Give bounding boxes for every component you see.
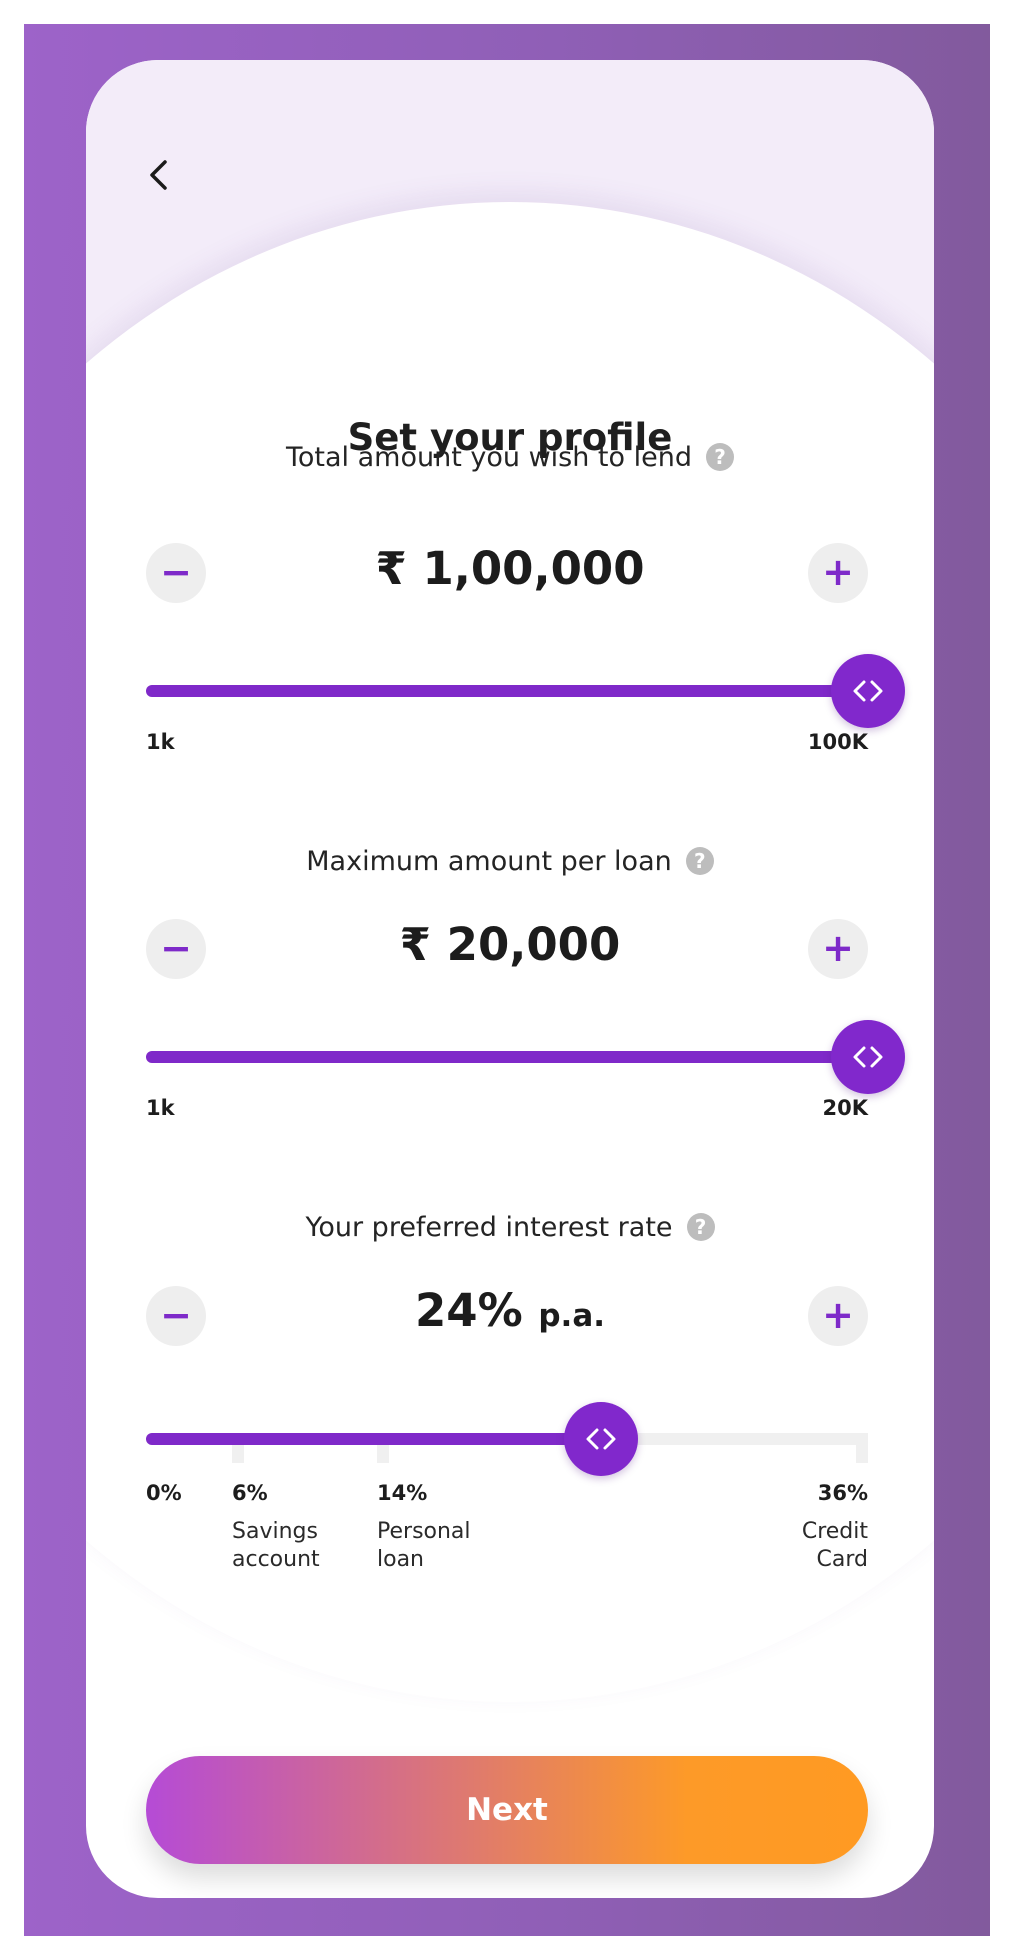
interest-marker-2-label: 14% xyxy=(377,1481,428,1505)
per-loan-slider-fill xyxy=(146,1051,868,1063)
per-loan-slider-thumb[interactable] xyxy=(831,1020,905,1094)
code-arrows-icon xyxy=(853,1046,883,1068)
interest-value-row: 24% p.a. xyxy=(86,1284,934,1337)
code-arrows-icon xyxy=(586,1428,616,1450)
interest-value: 24% xyxy=(414,1284,523,1337)
lend-total-slider[interactable] xyxy=(146,654,905,728)
interest-marker-2-caption: Personal loan xyxy=(377,1519,471,1572)
interest-marker-3-caption: Credit Card xyxy=(801,1519,868,1572)
lend-total-increase-button[interactable]: + xyxy=(808,543,868,603)
per-loan-value: ₹ 20,000 xyxy=(399,918,621,971)
lend-total-label: Total amount you wish to lend xyxy=(286,442,692,473)
lend-total-value: ₹ 1,00,000 xyxy=(375,542,645,595)
interest-marker-0-label: 0% xyxy=(146,1481,182,1505)
question-circle-icon[interactable]: ? xyxy=(685,847,714,875)
interest-marker-1-label: 6% xyxy=(232,1481,268,1505)
lend-total-slider-thumb[interactable] xyxy=(831,654,905,728)
interest-marker-3-label: 36% xyxy=(817,1481,868,1505)
lend-total-min-label: 1k xyxy=(146,730,175,754)
back-button[interactable] xyxy=(134,148,188,202)
per-loan-max-label: 20K xyxy=(822,1096,869,1120)
lend-total-slider-fill xyxy=(146,685,868,697)
lend-total-max-label: 100K xyxy=(807,730,868,754)
question-circle-icon[interactable]: ? xyxy=(686,1213,715,1241)
per-loan-slider[interactable] xyxy=(146,1020,905,1094)
interest-increase-button[interactable]: + xyxy=(808,1286,868,1346)
phone-screen: Set your profile Total amount you wish t… xyxy=(86,60,934,1898)
per-loan-min-label: 1k xyxy=(146,1096,175,1120)
interest-unit: p.a. xyxy=(538,1298,606,1334)
interest-slider-fill xyxy=(146,1433,601,1445)
next-button[interactable]: Next xyxy=(146,1756,868,1864)
interest-marker-1-caption: Savings account xyxy=(232,1519,320,1572)
chevron-left-icon xyxy=(150,160,167,190)
per-loan-increase-button[interactable]: + xyxy=(808,919,868,979)
interest-label-row: Your preferred interest rate? xyxy=(86,1212,934,1243)
code-arrows-icon xyxy=(853,680,883,702)
interest-slider-thumb[interactable] xyxy=(563,1402,638,1476)
question-circle-icon[interactable]: ? xyxy=(706,443,734,471)
interest-tick-credit xyxy=(856,1433,868,1463)
per-loan-label: Maximum amount per loan xyxy=(306,846,672,877)
lend-total-label-row: Total amount you wish to lend? xyxy=(86,442,934,473)
interest-slider[interactable] xyxy=(146,1402,868,1476)
interest-label: Your preferred interest rate xyxy=(305,1212,673,1243)
per-loan-label-row: Maximum amount per loan? xyxy=(86,846,934,877)
